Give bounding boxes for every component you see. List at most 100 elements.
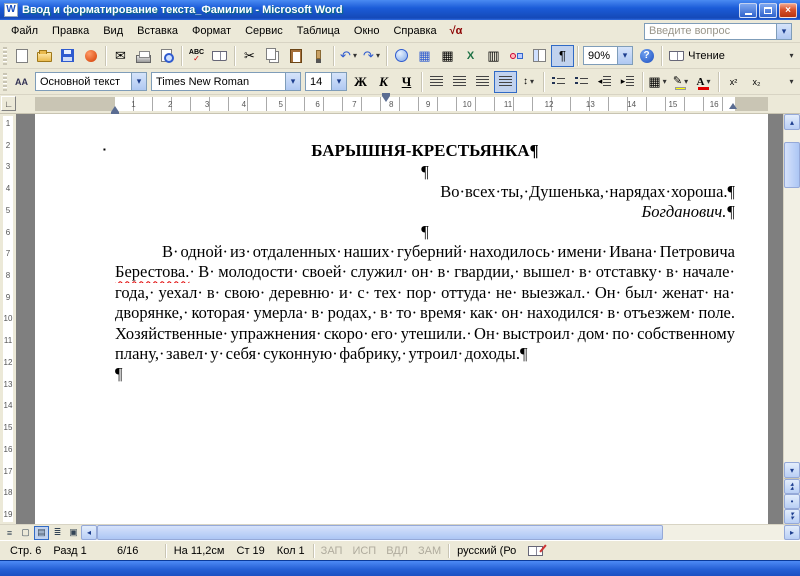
new-document-button[interactable] xyxy=(10,45,33,67)
vertical-scrollbar[interactable]: ▴ ▾ ▴ ▴ • ▾ ▾ xyxy=(783,114,800,524)
cut-button[interactable]: ✂ xyxy=(238,45,261,67)
print-preview-button[interactable] xyxy=(155,45,178,67)
chevron-down-icon[interactable]: ▾ xyxy=(706,77,710,86)
menu-item[interactable]: Справка xyxy=(386,22,443,40)
chevron-down-icon[interactable]: ▾ xyxy=(776,23,791,39)
status-flag[interactable]: ЗАМ xyxy=(413,545,446,557)
underline-button[interactable]: Ч xyxy=(395,71,418,93)
document-map-button[interactable] xyxy=(528,45,551,67)
reading-view-button[interactable]: ▣ xyxy=(66,526,81,540)
normal-view-button[interactable]: ≡ xyxy=(2,526,17,540)
drawing-button[interactable] xyxy=(505,45,528,67)
menu-item[interactable]: Вставка xyxy=(130,22,185,40)
justify-button[interactable] xyxy=(494,70,517,93)
superscript-button[interactable]: х² xyxy=(722,71,745,93)
insert-table-button[interactable]: ▦ xyxy=(436,45,459,67)
chevron-down-icon[interactable]: ▾ xyxy=(663,77,667,86)
zoom-combo[interactable]: 90% ▾ xyxy=(583,46,633,65)
scroll-down-button[interactable]: ▾ xyxy=(784,462,800,478)
menu-item[interactable]: Окно xyxy=(347,22,387,40)
columns-button[interactable]: ▥ xyxy=(482,45,505,67)
chevron-down-icon[interactable]: ▾ xyxy=(131,73,146,90)
numbered-list-button[interactable] xyxy=(547,71,570,93)
horizontal-ruler[interactable]: 1 2 3 4 5 6 7 8 9 10 11 12 13 14 15 16 xyxy=(35,93,768,115)
next-page-button[interactable]: ▾ ▾ xyxy=(784,509,800,524)
menu-item[interactable]: Сервис xyxy=(238,22,290,40)
document-text[interactable]: ▪ БАРЫШНЯ-КРЕСТЬЯНКА¶ ¶ Во·всех·ты,·Душе… xyxy=(35,114,768,385)
research-button[interactable] xyxy=(208,45,231,67)
font-color-button[interactable]: А ▾ xyxy=(692,71,715,93)
copy-button[interactable] xyxy=(261,45,284,67)
toolbar-options-button[interactable]: ▾ xyxy=(784,71,798,93)
format-painter-button[interactable] xyxy=(307,45,330,67)
spelling-button[interactable]: ABC ✓ xyxy=(185,45,208,67)
equation-editor-button[interactable]: √α xyxy=(444,23,469,39)
font-size-combo[interactable]: 14 ▾ xyxy=(305,72,347,91)
close-button[interactable]: × xyxy=(779,2,797,18)
align-right-button[interactable] xyxy=(471,71,494,93)
title-bar[interactable]: W Ввод и форматирование текста_Фамилии -… xyxy=(0,0,800,20)
maximize-button[interactable] xyxy=(759,2,777,18)
left-indent-marker[interactable] xyxy=(111,102,119,115)
borders-button[interactable]: ▦ ▾ xyxy=(646,71,669,93)
bullet-list-button[interactable] xyxy=(570,71,593,93)
select-browse-object-button[interactable]: • xyxy=(784,494,800,509)
right-indent-marker[interactable] xyxy=(729,99,737,109)
chevron-down-icon[interactable]: ▾ xyxy=(684,77,688,86)
vertical-scroll-track[interactable] xyxy=(784,130,800,462)
document-page[interactable]: ▪ БАРЫШНЯ-КРЕСТЬЯНКА¶ ¶ Во·всех·ты,·Душе… xyxy=(35,114,768,524)
language-indicator[interactable]: русский (Ро xyxy=(451,545,522,557)
tab-selector-button[interactable]: ∟ xyxy=(1,96,16,111)
undo-button[interactable]: ↶ ▾ xyxy=(337,45,360,67)
bold-button[interactable]: Ж xyxy=(349,71,372,93)
minimize-button[interactable] xyxy=(739,2,757,18)
subscript-button[interactable]: х₂ xyxy=(745,71,768,93)
status-flag[interactable]: ВДЛ xyxy=(381,545,413,557)
chevron-down-icon[interactable]: ▾ xyxy=(285,73,300,90)
horizontal-scroll-thumb[interactable] xyxy=(97,525,663,540)
increase-indent-button[interactable]: ▸ xyxy=(616,71,639,93)
decrease-indent-button[interactable]: ◂ xyxy=(593,71,616,93)
open-button[interactable] xyxy=(33,45,56,67)
status-flag[interactable]: ИСП xyxy=(347,545,381,557)
align-center-button[interactable] xyxy=(448,71,471,93)
permission-button[interactable] xyxy=(79,45,102,67)
redo-button[interactable]: ↷ ▾ xyxy=(360,45,383,67)
outline-view-button[interactable]: ≣ xyxy=(50,526,65,540)
status-flag[interactable]: ЗАП xyxy=(316,545,348,557)
scroll-left-button[interactable]: ◂ xyxy=(81,525,97,540)
line-spacing-button[interactable]: ↕ ▾ xyxy=(517,71,540,93)
tables-borders-button[interactable]: ▦ xyxy=(413,45,436,67)
ask-a-question-box[interactable]: Введите вопрос ▾ xyxy=(644,22,792,40)
align-left-button[interactable] xyxy=(425,71,448,93)
insert-excel-button[interactable]: X xyxy=(459,45,482,67)
help-button[interactable]: ? xyxy=(635,45,658,67)
chevron-down-icon[interactable]: ▾ xyxy=(331,73,346,90)
menu-item[interactable]: Формат xyxy=(185,22,238,40)
print-button[interactable] xyxy=(132,45,155,67)
highlight-button[interactable]: ✎ ▾ xyxy=(669,71,692,93)
windows-taskbar[interactable] xyxy=(0,560,800,576)
show-formatting-marks-button[interactable]: ¶ xyxy=(551,44,574,67)
document-title-line[interactable]: ▪ БАРЫШНЯ-КРЕСТЬЯНКА¶ xyxy=(103,140,735,162)
print-layout-view-button[interactable]: ▤ xyxy=(34,525,49,540)
horizontal-scroll-track[interactable]: ◂ ▸ xyxy=(81,525,800,540)
paste-button[interactable] xyxy=(284,45,307,67)
chevron-down-icon[interactable]: ▾ xyxy=(376,51,380,60)
scroll-right-button[interactable]: ▸ xyxy=(784,525,800,540)
toolbar-options-button[interactable]: ▾ xyxy=(784,45,798,67)
save-button[interactable] xyxy=(56,45,79,67)
menu-item[interactable]: Файл xyxy=(4,22,45,40)
reading-mode-button[interactable]: Чтение xyxy=(665,45,729,67)
style-combo[interactable]: Основной текст ▾ xyxy=(35,72,147,91)
previous-page-button[interactable]: ▴ ▴ xyxy=(784,479,800,494)
email-button[interactable]: ✉ xyxy=(109,45,132,67)
insert-hyperlink-button[interactable] xyxy=(390,45,413,67)
menu-item[interactable]: Вид xyxy=(96,22,130,40)
spelling-status-book-icon[interactable] xyxy=(528,545,544,556)
chevron-down-icon[interactable]: ▾ xyxy=(617,47,632,64)
scroll-up-button[interactable]: ▴ xyxy=(784,114,800,130)
chevron-down-icon[interactable]: ▾ xyxy=(530,77,534,86)
chevron-down-icon[interactable]: ▾ xyxy=(353,51,357,60)
web-layout-view-button[interactable]: ▢ xyxy=(18,526,33,540)
